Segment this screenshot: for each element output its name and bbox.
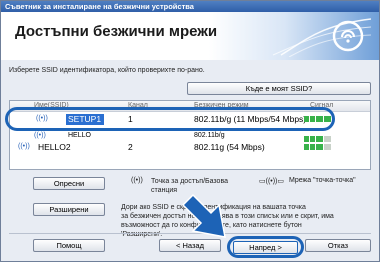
access-point-legend-icon: ((•)) [131, 177, 143, 184]
note-line-3: възможност да го конфигурирате, като нат… [121, 222, 302, 229]
where-is-my-ssid-button[interactable]: Къде е моят SSID? [187, 82, 371, 95]
network-icon: ((•)) [18, 143, 30, 150]
adhoc-legend: Мрежа "точка-точка" [289, 177, 356, 184]
network-mode: 802.11g (54 Mbps) [194, 142, 265, 152]
network-row-hello2[interactable]: ((•)) HELLO2 2 802.11g (54 Mbps) [10, 141, 370, 153]
setup-wizard-window: Съветник за инсталиране на безжични устр… [0, 0, 380, 262]
instruction-text: Изберете SSID идентификатора, който пров… [9, 67, 205, 74]
signal-strength-icon [304, 133, 332, 142]
signal-strength-icon [304, 141, 332, 150]
window-titlebar: Съветник за инсталиране на безжични устр… [1, 1, 379, 12]
wizard-header: Достъпни безжични мрежи [1, 12, 379, 60]
pointer-arrow-icon [181, 193, 226, 238]
network-ssid: HELLO2 [38, 142, 71, 152]
network-channel: 2 [128, 142, 133, 152]
adhoc-legend-icon: ▭((•))▭ [259, 178, 285, 185]
advanced-button[interactable]: Разширени [33, 203, 105, 216]
network-row-hello[interactable]: ((•)) HELLO 802.11b/g [10, 132, 370, 142]
note-line-1: Дори ако SSID е скрит (Идентификация на … [121, 204, 306, 211]
wireless-logo-icon [272, 18, 371, 57]
selection-callout-ring [5, 107, 335, 131]
refresh-button[interactable]: Опресни [33, 177, 105, 190]
cancel-button[interactable]: Отказ [305, 239, 371, 252]
note-line-2: за безжичен достъп не се появява в този … [121, 213, 334, 220]
help-button[interactable]: Помощ [33, 239, 105, 252]
page-title: Достъпни безжични мрежи [15, 23, 218, 40]
